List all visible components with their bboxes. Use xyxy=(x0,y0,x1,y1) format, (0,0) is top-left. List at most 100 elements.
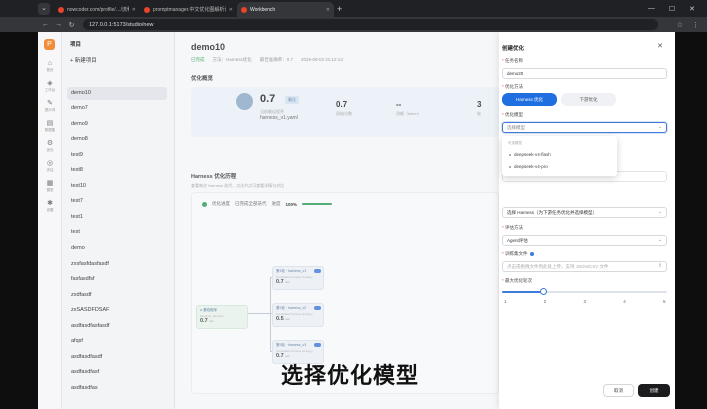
close-icon[interactable]: ✕ xyxy=(229,7,233,13)
screen-edge xyxy=(675,32,707,409)
eval-label-text: 评估方法 xyxy=(505,225,524,230)
browser-tab-1[interactable]: nowcoder.com/profile/…/流程实践 ✕ xyxy=(54,2,140,17)
chevron-down-icon: ⌄ xyxy=(657,124,662,130)
rail-item-studio[interactable]: ◈ 工作台 xyxy=(42,80,58,92)
close-icon[interactable]: ✕ xyxy=(657,42,663,50)
rail-label: 评估 xyxy=(46,168,54,172)
back-button[interactable]: ← xyxy=(40,21,51,28)
slider-mark[interactable]: 1 xyxy=(504,299,507,304)
rail-item-model[interactable]: ▦ 模型 xyxy=(42,180,58,192)
rail-item-home[interactable]: ⌂ 首页 xyxy=(42,60,58,72)
project-item[interactable]: demo8 xyxy=(67,133,167,146)
drawer-overlay[interactable] xyxy=(176,32,499,409)
eval-select[interactable]: Agent评估 ⌄ xyxy=(502,235,667,246)
dataset-label: * 训练集文件 xyxy=(502,251,534,257)
method-harness-button[interactable]: Harness 优化 xyxy=(502,93,557,106)
rail-label: 设置 xyxy=(46,208,54,212)
project-item[interactable]: test9 xyxy=(67,149,167,162)
project-item[interactable]: zxSASDFDSAF xyxy=(67,304,167,317)
chevron-down-icon: ⌄ xyxy=(41,4,47,12)
slider-mark[interactable]: 3 xyxy=(584,299,587,304)
bookmark-star-icon[interactable]: ☆ xyxy=(677,21,683,29)
rail-item-optimize[interactable]: ⚙ 优化 xyxy=(42,140,58,152)
tab-menu-button[interactable]: ⌄ xyxy=(38,2,50,15)
cancel-button[interactable]: 取消 xyxy=(603,384,634,397)
app-logo[interactable]: P xyxy=(44,39,55,50)
browser-titlebar: ⌄ nowcoder.com/profile/…/流程实践 ✕ promptma… xyxy=(0,0,707,17)
rounds-slider[interactable] xyxy=(502,286,667,298)
rail-item-dataset[interactable]: ▤ 数据集 xyxy=(42,120,58,132)
slider-mark[interactable]: 5 xyxy=(663,299,666,304)
task-name-input[interactable]: demo20 xyxy=(502,68,667,79)
model-option[interactable]: deepseek-v4-flash xyxy=(506,150,613,160)
new-tab-button[interactable]: + xyxy=(337,4,342,14)
studio-icon: ◈ xyxy=(47,80,53,87)
method-segmented-control: Harness 优化 下游优化 xyxy=(502,93,616,106)
browser-tab-active[interactable]: Workbench ✕ xyxy=(237,2,334,17)
video-caption: 选择优化模型 xyxy=(281,364,420,389)
project-item[interactable]: demo7 xyxy=(67,102,167,115)
project-item[interactable]: test8 xyxy=(67,164,167,177)
project-item[interactable]: zxsfasfdasfasdf xyxy=(67,258,167,271)
rail-item-settings[interactable]: ✱ 设置 xyxy=(42,200,58,212)
dataset-placeholder: 点击或拖拽文件到此处上传，支持 JSON/CSV 文件 xyxy=(507,264,609,269)
project-item[interactable]: zxdfasdf xyxy=(67,289,167,302)
dropdown-group-label: 可选模型 xyxy=(508,141,522,145)
project-item[interactable]: asdfasdfasf xyxy=(67,366,167,379)
model-select-placeholder: 选择模型 xyxy=(507,125,525,130)
reload-button[interactable]: ↻ xyxy=(66,21,77,29)
project-item[interactable]: test10 xyxy=(67,180,167,193)
url-input[interactable]: 127.0.0.1:5173/studio/new xyxy=(83,19,658,30)
project-item[interactable]: demo9 xyxy=(67,118,167,131)
close-window-button[interactable]: ✕ xyxy=(689,5,695,13)
project-item[interactable]: asdfasdfasdf xyxy=(67,351,167,364)
method-downstream-button[interactable]: 下游优化 xyxy=(561,93,616,106)
new-project-button[interactable]: + 新建项目 xyxy=(70,56,97,64)
model-select[interactable]: 选择模型 ⌄ xyxy=(502,122,667,133)
method-label-text: 优化方法 xyxy=(505,84,524,89)
project-item[interactable]: fasfasdfsf xyxy=(67,273,167,286)
tab-title: nowcoder.com/profile/…/流程实践 xyxy=(67,7,129,13)
tab-title: promptmanager.中文优化图解析说明 xyxy=(153,7,226,13)
close-icon[interactable]: ✕ xyxy=(132,7,136,13)
project-item[interactable]: test xyxy=(67,226,167,239)
rail-item-eval[interactable]: ◎ 评估 xyxy=(42,160,58,172)
project-item[interactable]: test7 xyxy=(67,195,167,208)
create-button[interactable]: 创建 xyxy=(638,384,670,397)
window-controls: — ☐ ✕ xyxy=(648,5,695,13)
model-icon: ▦ xyxy=(46,180,54,187)
close-icon[interactable]: ✕ xyxy=(326,7,330,13)
help-icon[interactable] xyxy=(529,251,534,256)
project-item[interactable]: asdfasdfas xyxy=(67,382,167,395)
settings-icon: ✱ xyxy=(47,200,53,207)
favicon-icon xyxy=(241,6,247,13)
eval-label: * 评估方法 xyxy=(502,225,524,230)
task-name-label-text: 任务名称 xyxy=(505,58,524,63)
browser-menu-icon[interactable]: ⋮ xyxy=(692,21,699,29)
upload-icon: ⇪ xyxy=(657,263,662,269)
create-optimization-drawer: 创建优化 ✕ * 任务名称 demo20 * 优化方法 Harness 优化 下… xyxy=(499,32,675,409)
rail-item-prompt[interactable]: ✎ 提示词 xyxy=(42,100,58,112)
project-item[interactable]: asdfasdfasfasdf xyxy=(67,320,167,333)
project-item[interactable]: afqsf xyxy=(67,335,167,348)
project-item[interactable]: demo10 xyxy=(67,87,167,100)
dataset-upload[interactable]: 点击或拖拽文件到此处上传，支持 JSON/CSV 文件 ⇪ xyxy=(502,261,667,272)
slider-mark[interactable]: 2 xyxy=(544,299,547,304)
dataset-icon: ▤ xyxy=(46,120,54,127)
browser-tab-2[interactable]: promptmanager.中文优化图解析说明 ✕ xyxy=(140,2,237,17)
app-page: P ⌂ 首页 ◈ 工作台 ✎ 提示词 ▤ 数据集 ⚙ 优化 ◎ 评估 ▦ 模型 ✱ 设置 项目 … xyxy=(38,32,675,409)
favicon-icon xyxy=(144,6,150,13)
optimize-icon: ⚙ xyxy=(46,140,54,147)
minimize-button[interactable]: — xyxy=(648,5,655,13)
rounds-label-text: 最大优化轮次 xyxy=(505,278,533,283)
slider-mark[interactable]: 4 xyxy=(623,299,626,304)
project-item[interactable]: test1 xyxy=(67,211,167,224)
forward-button[interactable]: → xyxy=(53,21,64,28)
model-option[interactable]: deepseek-v4-pro xyxy=(506,162,613,172)
slider-handle[interactable] xyxy=(540,288,548,295)
project-item[interactable]: demo xyxy=(67,242,167,255)
drawer-title: 创建优化 xyxy=(502,46,525,52)
rail-label: 工作台 xyxy=(44,88,56,92)
strategy-select[interactable]: 选择 Harness（为下游任务优化并选择模型） ⌄ xyxy=(502,207,667,218)
maximize-button[interactable]: ☐ xyxy=(669,5,675,13)
